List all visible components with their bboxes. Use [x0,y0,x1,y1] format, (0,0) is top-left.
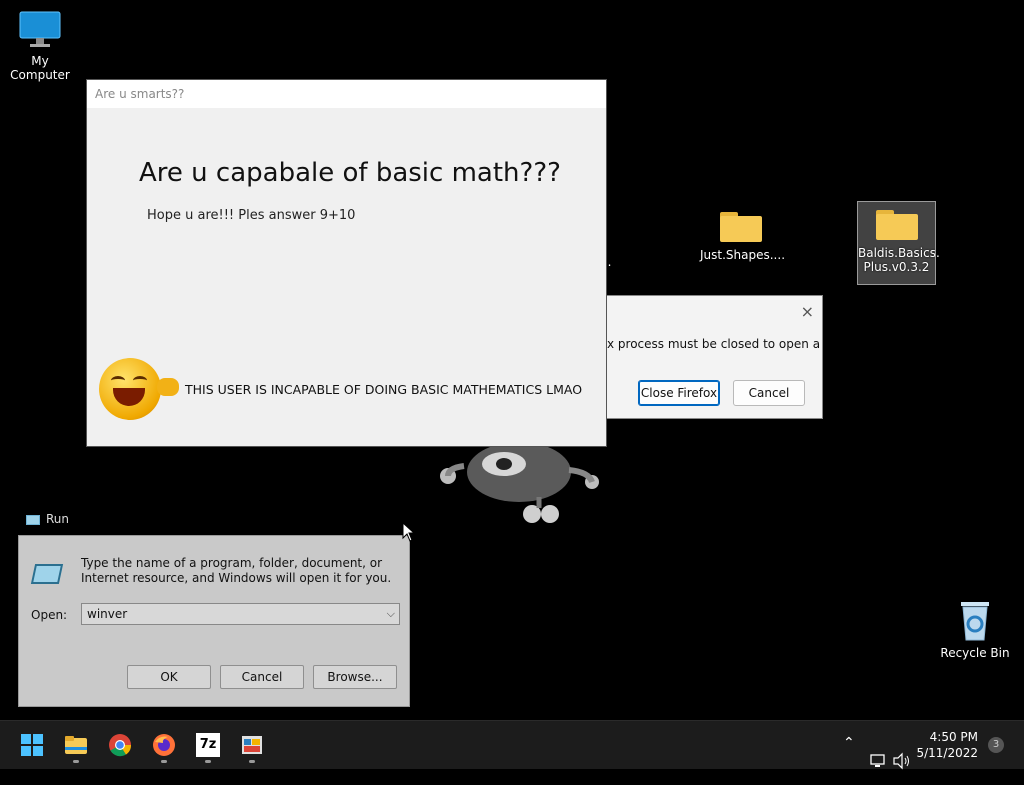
7zip-label: 7z [199,737,217,752]
laughing-emoji-icon [99,358,179,420]
run-dialog: Type the name of a program, folder, docu… [18,535,410,707]
taskbar: 7z ⌃ 4:50 PM 5/11/2022 3 [0,720,1024,770]
file-explorer-icon[interactable] [64,733,88,757]
math-heading: Are u capabale of basic math??? [139,158,561,188]
running-indicator [205,760,211,763]
close-icon[interactable]: × [801,302,814,321]
dialog-title: Are u smarts?? [87,80,606,108]
7zip-icon[interactable]: 7z [196,733,220,757]
browse-button[interactable]: Browse... [313,665,397,689]
cancel-button[interactable]: Cancel [220,665,304,689]
monitor-icon [19,11,61,47]
notification-badge[interactable]: 3 [988,737,1004,753]
desktop-icon-label: My Computer [10,54,70,82]
math-verdict: THIS USER IS INCAPABLE OF DOING BASIC MA… [185,382,583,397]
running-indicator [73,760,79,763]
run-title-label: Run [46,512,70,526]
recycle-bin-icon [961,602,989,641]
firefox-close-dialog: × x process must be closed to open a Clo… [606,295,823,419]
folder-icon [875,208,918,240]
mascot-character-image [440,442,599,523]
desktop-icon-label: Recycle Bin [940,646,1010,660]
math-dialog: Are u smarts?? Are u capabale of basic m… [86,79,607,447]
chrome-icon[interactable] [108,733,132,757]
desktop-icon-label: Plus.v0.3.2 [863,260,930,274]
folder-icon [720,210,762,242]
network-icon[interactable] [870,737,888,785]
desktop-icon-baldis-basics[interactable]: Baldis.Basics. Plus.v0.3.2 [857,201,940,285]
open-label: Open: [31,608,68,622]
chevron-down-icon[interactable]: ⌵ [387,604,395,624]
clock-time: 4:50 PM [929,730,978,744]
start-icon[interactable] [20,733,44,757]
firefox-dialog-message: x process must be closed to open a [607,337,821,351]
cancel-button[interactable]: Cancel [733,380,805,406]
running-indicator [249,760,255,763]
mouse-cursor-icon [402,522,416,542]
desktop-icon-label: Just.Shapes.... [700,248,786,262]
ok-button[interactable]: OK [127,665,211,689]
run-command-value: winver [87,607,128,621]
run-app-icon [30,564,64,584]
system-clock[interactable]: 4:50 PM 5/11/2022 [916,729,978,761]
chevron-up-icon[interactable]: ⌃ [843,735,855,783]
clock-date: 5/11/2022 [916,746,978,760]
control-panel-icon[interactable] [240,733,264,757]
run-command-input[interactable]: winver ⌵ [81,603,400,625]
run-icon [26,514,40,525]
volume-icon[interactable] [893,737,911,785]
run-dialog-title: Run [26,512,69,526]
math-prompt: Hope u are!!! Ples answer 9+10 [147,208,356,223]
desktop-icon-my-computer[interactable]: My Computer [2,10,78,82]
desktop-icon-recycle-bin[interactable]: Recycle Bin [940,598,1010,660]
desktop-icon-just-shapes[interactable]: Just.Shapes.... [700,210,786,262]
desktop-icon-label: Baldis.Basics. [858,246,940,260]
running-indicator [161,760,167,763]
firefox-icon[interactable] [152,733,176,757]
run-description: Type the name of a program, folder, docu… [81,556,392,585]
close-firefox-button[interactable]: Close Firefox [638,380,720,406]
